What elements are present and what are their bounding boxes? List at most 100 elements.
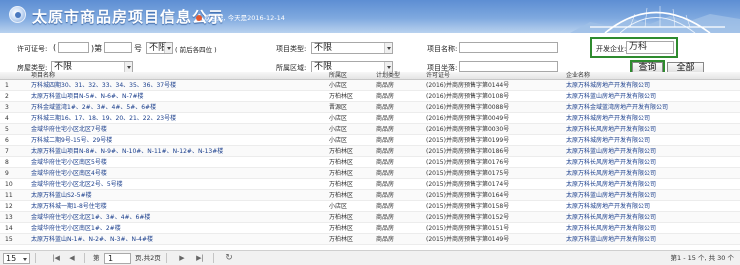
first-page-icon[interactable]: |◀	[52, 254, 60, 262]
project-name-label: 项目名称:	[427, 45, 458, 53]
table-row[interactable]: 8 金域华府住宅小区南区5号楼 万柏林区 商品房 (2015)并商房预售字第0176号 太…	[0, 157, 740, 168]
row-number: 2	[5, 93, 9, 100]
page-size-select[interactable]: 15	[3, 253, 30, 264]
row-license-number: (2015)并商房预售字第0152号	[426, 214, 510, 221]
row-district: 万柏林区	[329, 214, 354, 221]
last-page-icon[interactable]: ▶|	[196, 254, 204, 262]
pager-divider	[166, 253, 167, 263]
row-developer-link[interactable]: 太原万科金域蓝湾房地产开发有限公司	[566, 102, 668, 113]
row-district: 晋源区	[329, 104, 348, 111]
row-project-name-link[interactable]: 金域华府住宅小区南区5号楼	[31, 157, 107, 168]
project-name-input[interactable]	[459, 42, 558, 53]
row-license-number: (2015)并商房预售字第0174号	[426, 181, 510, 188]
row-project-name-link[interactable]: 太原万科蓝山项目N-5#、N-6#、N-7#楼	[31, 91, 144, 102]
row-project-name-link[interactable]: 太原万科蓝山S2-5#楼	[31, 190, 92, 201]
row-plan-type: 商品房	[376, 159, 395, 166]
table-row[interactable]: 1 万科城四期30、31、32、33、34、35、36、37号楼 小店区 商品房 (20…	[0, 80, 740, 91]
table-row[interactable]: 3 万科金域蓝湾1#、2#、3#、4#、5#、6#楼 晋源区 商品房 (2016)并商房…	[0, 102, 740, 113]
row-plan-type: 商品房	[376, 104, 395, 111]
row-number: 9	[5, 170, 9, 177]
table-row[interactable]: 10 金域华府住宅小区北区2号、5号楼 万柏林区 商品房 (2015)并商房预售字第01…	[0, 179, 740, 190]
row-district: 万柏林区	[329, 225, 354, 232]
row-developer-link[interactable]: 太原万科蓝山房地产开发有限公司	[566, 146, 656, 157]
row-developer-link[interactable]: 太原万科长风房地产开发有限公司	[566, 223, 656, 234]
page-di-label: 第	[93, 254, 100, 262]
developer-input[interactable]: 万科	[626, 41, 674, 54]
table-row[interactable]: 9 金域华府住宅小区南区4号楼 万柏林区 商品房 (2015)并商房预售字第0175号 太…	[0, 168, 740, 179]
chevron-down-icon	[164, 43, 172, 53]
row-plan-type: 商品房	[376, 126, 395, 133]
row-license-number: (2016)并商房预售字第0049号	[426, 115, 510, 122]
row-project-name-link[interactable]: 万科城二期9号-15号、29号楼	[31, 135, 112, 146]
next-page-icon[interactable]: ▶	[178, 254, 186, 262]
row-license-number: (2015)并商房预售字第0149号	[426, 236, 510, 243]
table-row[interactable]: 6 万科城二期9号-15号、29号楼 小店区 商品房 (2015)并商房预售字第0199…	[0, 135, 740, 146]
row-developer-link[interactable]: 太原万科长风房地产开发有限公司	[566, 124, 656, 135]
row-project-name-link[interactable]: 金域华府住宅小区南区4号楼	[31, 168, 107, 179]
row-project-name-link[interactable]: 万科城四期30、31、32、33、34、35、36、37号楼	[31, 80, 176, 91]
row-project-name-link[interactable]: 金域华府住宅小区北区2号、5号楼	[31, 179, 123, 190]
col-header-type: 计划类型	[376, 72, 401, 79]
site-logo-icon	[9, 6, 26, 23]
row-project-name-link[interactable]: 万科金域蓝湾1#、2#、3#、4#、5#、6#楼	[31, 102, 156, 113]
row-developer-link[interactable]: 太原万科蓝山房地产开发有限公司	[566, 91, 656, 102]
row-developer-link[interactable]: 太原万科城房地产开发有限公司	[566, 135, 650, 146]
table-row[interactable]: 13 金域华府住宅小区北区1#、3#、4#、6#楼 万柏林区 商品房 (2015)并商房…	[0, 212, 740, 223]
project-type-select[interactable]: 不限	[311, 42, 393, 54]
row-developer-link[interactable]: 太原万科城房地产开发有限公司	[566, 201, 650, 212]
table-row[interactable]: 5 金域华府住宅小区北区7号楼 小店区 商品房 (2016)并商房预售字第0030号 太原…	[0, 124, 740, 135]
row-district: 万柏林区	[329, 236, 354, 243]
row-project-name-link[interactable]: 万科城三期16、17、18、19、20、21、22、23号楼	[31, 113, 176, 124]
row-district: 万柏林区	[329, 148, 354, 155]
row-license-number: (2016)并商房预售字第0088号	[426, 104, 510, 111]
row-license-number: (2015)并商房预售字第0176号	[426, 159, 510, 166]
row-district: 万柏林区	[329, 170, 354, 177]
chevron-down-icon	[384, 43, 392, 53]
row-developer-link[interactable]: 太原万科长风房地产开发有限公司	[566, 157, 656, 168]
row-developer-link[interactable]: 太原万科蓝山房地产开发有限公司	[566, 234, 656, 245]
license-prefix-input[interactable]	[58, 42, 89, 53]
table-row[interactable]: 11 太原万科蓝山S2-5#楼 万柏林区 商品房 (2015)并商房预售字第0164号 太…	[0, 190, 740, 201]
row-developer-link[interactable]: 太原万科蓝山房地产开发有限公司	[566, 190, 656, 201]
row-plan-type: 商品房	[376, 225, 395, 232]
row-project-name-link[interactable]: 金域华府住宅小区南区1#、2#楼	[31, 223, 121, 234]
row-developer-link[interactable]: 太原万科城房地产开发有限公司	[566, 80, 650, 91]
row-project-name-link[interactable]: 金域华府住宅小区北区1#、3#、4#、6#楼	[31, 212, 150, 223]
row-plan-type: 商品房	[376, 203, 395, 210]
row-developer-link[interactable]: 太原万科长风房地产开发有限公司	[566, 212, 656, 223]
row-license-number: (2016)并商房预售字第0030号	[426, 126, 510, 133]
row-license-number: (2015)并商房预售字第0164号	[426, 192, 510, 199]
row-developer-link[interactable]: 太原万科城房地产开发有限公司	[566, 113, 650, 124]
row-project-name-link[interactable]: 太原万科蓝山项目N-8#、N-9#、N-10#、N-11#、N-12#、N-13…	[31, 146, 223, 157]
table-row[interactable]: 4 万科城三期16、17、18、19、20、21、22、23号楼 小店区 商品房 (20…	[0, 113, 740, 124]
row-number: 3	[5, 104, 9, 111]
row-district: 小店区	[329, 115, 348, 122]
license-select[interactable]: 不限	[146, 42, 173, 54]
page-number-input[interactable]: 1	[104, 253, 131, 264]
row-project-name-link[interactable]: 金域华府住宅小区北区7号楼	[31, 124, 107, 135]
table-row[interactable]: 12 太原万科城一期1-8号住宅楼 小店区 商品房 (2015)并商房预售字第0158号…	[0, 201, 740, 212]
row-number: 7	[5, 148, 9, 155]
row-developer-link[interactable]: 太原万科长风房地产开发有限公司	[566, 168, 656, 179]
table-row[interactable]: 7 太原万科蓝山项目N-8#、N-9#、N-10#、N-11#、N-12#、N-1…	[0, 146, 740, 157]
license-number-input[interactable]	[104, 42, 132, 53]
welcome-label: 欢迎您, 今天是2016-12-14	[204, 14, 285, 22]
row-plan-type: 商品房	[376, 192, 395, 199]
row-district: 小店区	[329, 82, 348, 89]
table-row[interactable]: 14 金域华府住宅小区南区1#、2#楼 万柏林区 商品房 (2015)并商房预售字第01…	[0, 223, 740, 234]
project-addr-input[interactable]	[459, 61, 558, 72]
table-row[interactable]: 15 太原万科蓝山N-1#、N-2#、N-3#、N-4#楼 万柏林区 商品房 (2015…	[0, 234, 740, 245]
row-plan-type: 商品房	[376, 137, 395, 144]
row-number: 1	[5, 82, 9, 89]
col-header-developer: 企业名称	[566, 72, 591, 79]
row-developer-link[interactable]: 太原万科长风房地产开发有限公司	[566, 179, 656, 190]
table-row[interactable]: 2 太原万科蓝山项目N-5#、N-6#、N-7#楼 万柏林区 商品房 (2016)并商房…	[0, 91, 740, 102]
row-district: 万柏林区	[329, 93, 354, 100]
prev-page-icon[interactable]: ◀	[68, 254, 76, 262]
bridge-banner-illustration	[570, 6, 740, 33]
row-license-number: (2015)并商房预售字第0199号	[426, 137, 510, 144]
pager-summary: 第1 - 15 个, 共 30 个	[670, 254, 735, 262]
row-project-name-link[interactable]: 太原万科城一期1-8号住宅楼	[31, 201, 107, 212]
refresh-icon[interactable]: ↻	[225, 254, 233, 263]
row-project-name-link[interactable]: 太原万科蓝山N-1#、N-2#、N-3#、N-4#楼	[31, 234, 153, 245]
